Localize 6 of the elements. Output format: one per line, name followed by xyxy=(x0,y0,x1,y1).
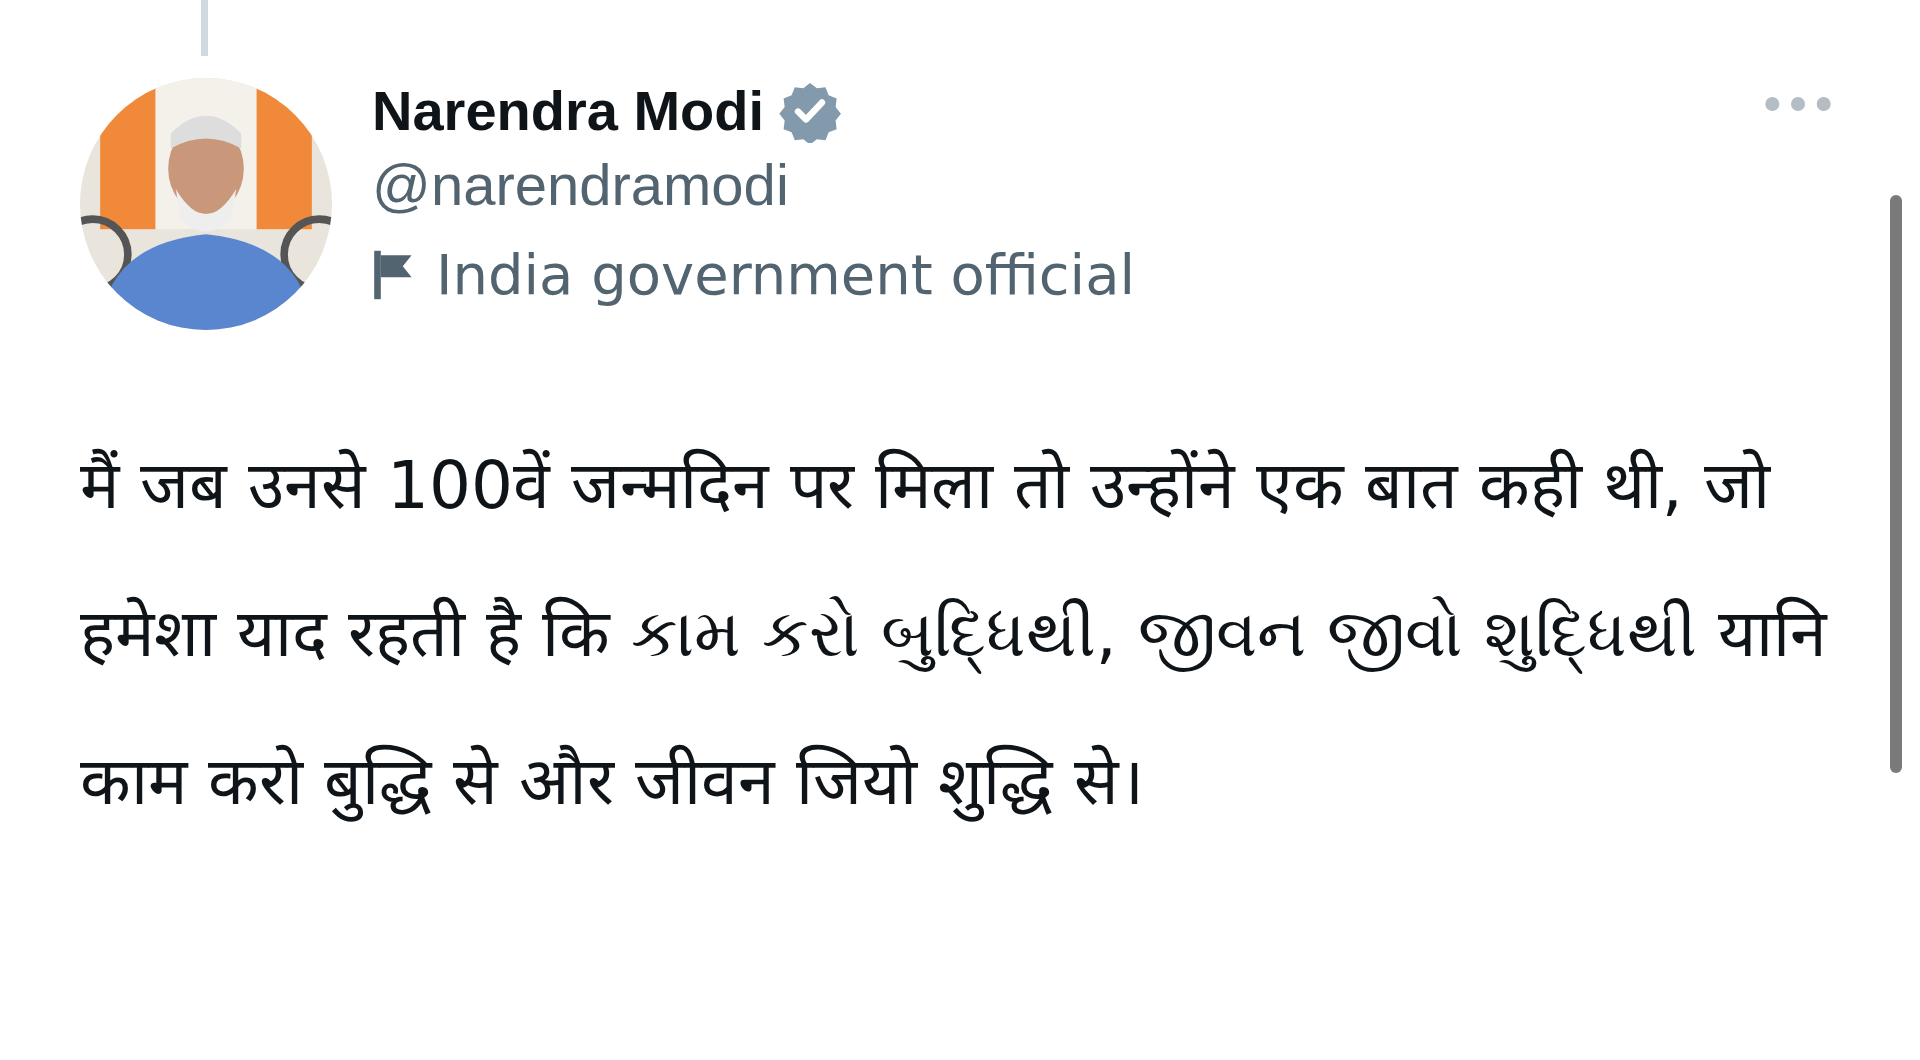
more-icon[interactable] xyxy=(1763,94,1833,114)
author-handle[interactable]: @narendramodi xyxy=(372,151,1136,218)
tweet-text: मैं जब उनसे 100वें जन्मदिन पर मिला तो उन्होंने एक बात कही थी, जो हमेशा याद रहती है कि કામ કરો બુદ્ધિથી, જીવન જીવો શુદ્ધિથી यानि काम करो बुद्धि से और जीवन जियो शुद्धि से। xyxy=(80,446,1829,824)
author-name[interactable]: Narendra Modi xyxy=(372,78,765,143)
scrollbar[interactable] xyxy=(1890,195,1902,773)
affiliation-label: India government official xyxy=(436,242,1136,307)
